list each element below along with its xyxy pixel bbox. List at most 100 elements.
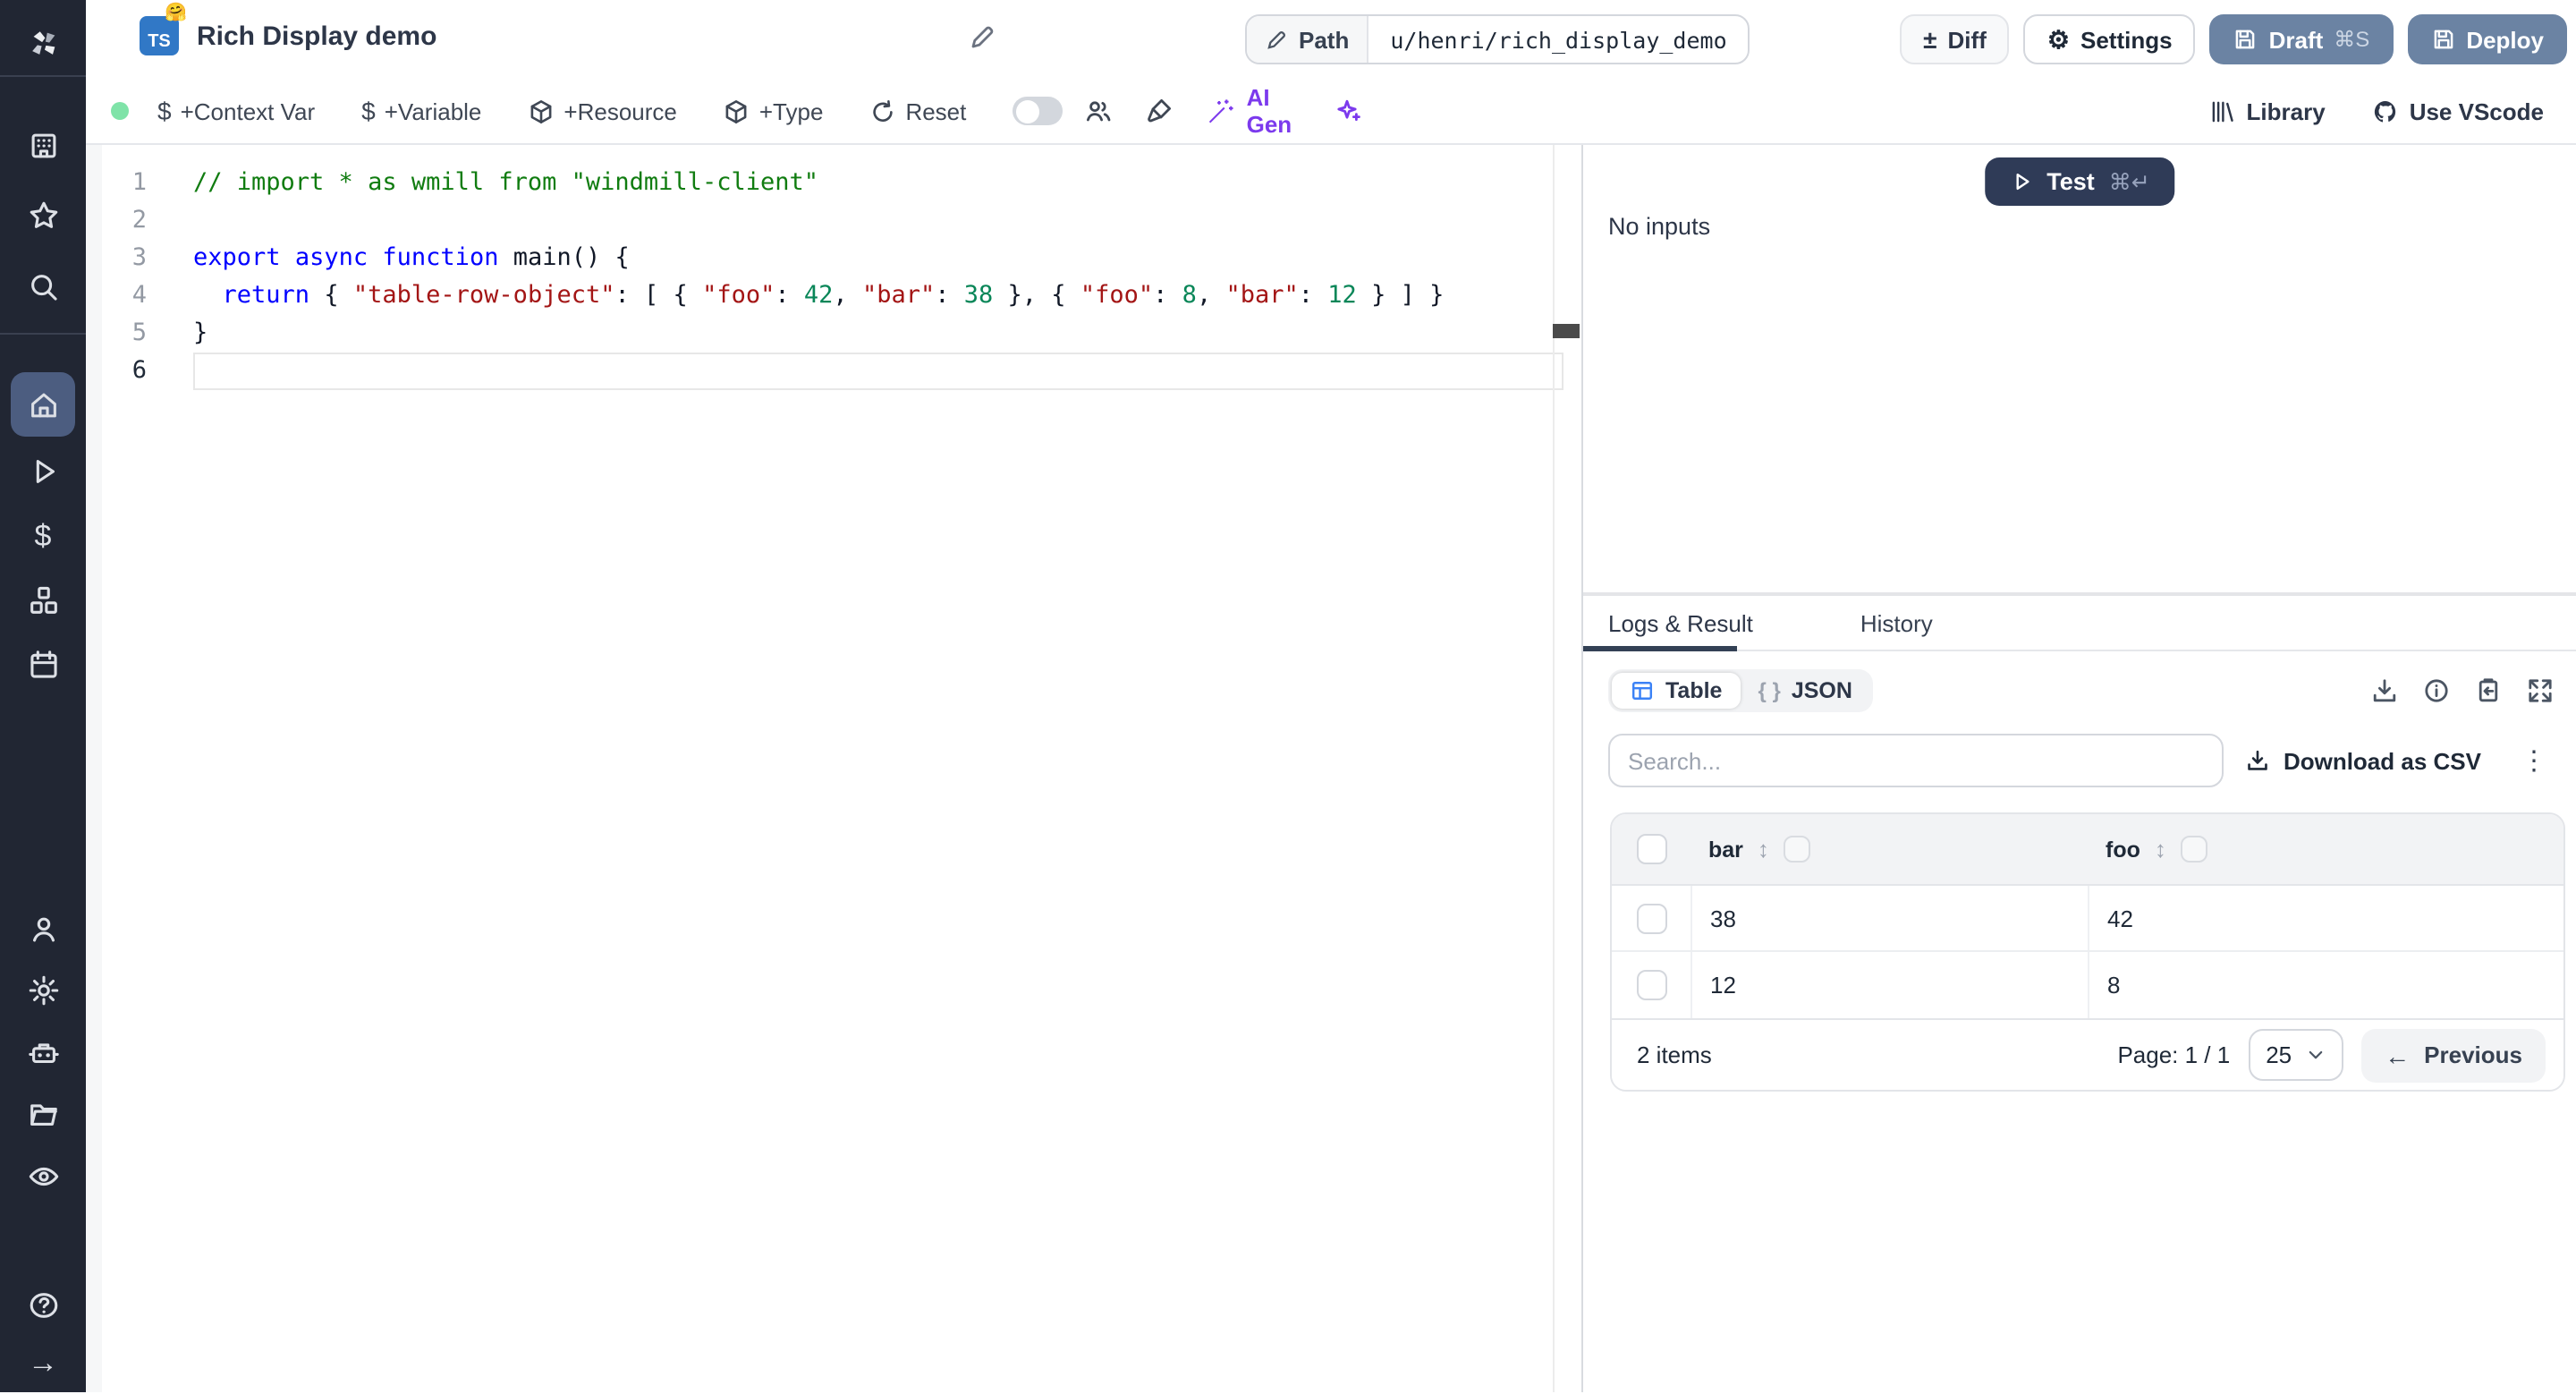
code-line[interactable]: return { "table-row-object": [ { "foo": … [193, 277, 1581, 315]
view-json-button[interactable]: { } JSON [1740, 673, 1869, 709]
dollar-icon: $ [157, 97, 172, 125]
windmill-logo[interactable] [11, 11, 75, 75]
code-line[interactable]: } [193, 315, 1581, 353]
path-value: u/henri/rich_display_demo [1390, 26, 1727, 53]
resources-icon[interactable] [11, 567, 75, 632]
chevron-down-icon [2309, 1050, 2323, 1059]
dollar-icon: $ [361, 97, 376, 125]
draft-shortcut: ⌘S [2334, 27, 2370, 52]
multiplayer-icon[interactable] [1084, 97, 1113, 125]
sort-icon[interactable]: ↕ [2155, 836, 2166, 863]
format-brush-icon[interactable] [1145, 97, 1174, 125]
no-inputs-text: No inputs [1608, 213, 1711, 240]
search-input[interactable] [1608, 734, 2224, 787]
column-header-foo: foo [2106, 837, 2140, 862]
code-line[interactable]: // import * as wmill from "windmill-clie… [193, 165, 1581, 202]
test-button[interactable]: Test ⌘↵ [1984, 157, 2175, 206]
status-dot [111, 102, 129, 120]
arrow-left-icon: ← [2385, 1041, 2411, 1069]
download-csv-button[interactable]: Download as CSV [2246, 747, 2481, 774]
inputs-pane: Test ⌘↵ No inputs [1583, 145, 2576, 592]
runs-icon[interactable] [11, 438, 75, 503]
sidebar: $ → [0, 0, 86, 1392]
page-title: Rich Display demo [197, 21, 437, 52]
favorites-icon[interactable] [11, 183, 75, 247]
play-icon [2015, 173, 2029, 191]
diff-button[interactable]: ± Diff [1900, 14, 2010, 64]
settings-label: Settings [2080, 26, 2173, 53]
kebab-menu-icon[interactable]: ⋮ [2521, 744, 2547, 777]
table-cell: 8 [2107, 972, 2121, 999]
view-table-button[interactable]: Table [1612, 673, 1741, 709]
code-line[interactable] [193, 202, 1581, 240]
edit-summary-pencil-icon[interactable] [968, 23, 996, 61]
top-header: TS 🤗 Rich Display demo Path u/henri/rich… [86, 0, 2576, 79]
result-table: bar ↕ foo ↕ 38 42 12 8 2 items Page: 1 /… [1610, 812, 2565, 1092]
code-line[interactable] [193, 353, 1563, 390]
audit-logs-icon[interactable] [11, 1143, 75, 1208]
badge-emoji: 🤗 [165, 4, 187, 23]
help-icon[interactable] [11, 1272, 75, 1337]
page-indicator: Page: 1 / 1 [2117, 1041, 2231, 1068]
sidebar-divider [0, 75, 86, 77]
download-icon[interactable] [2370, 676, 2399, 705]
table-cell: 38 [1692, 886, 2089, 950]
info-icon[interactable] [2422, 676, 2451, 705]
folders-icon[interactable] [11, 1081, 75, 1145]
use-vscode-button[interactable]: Use VScode [2372, 98, 2544, 124]
user-icon[interactable] [11, 897, 75, 961]
code-editor[interactable]: 123456 // import * as wmill from "windmi… [86, 145, 1581, 1392]
sidebar-divider [0, 333, 86, 335]
sparkles-icon[interactable] [1335, 97, 1363, 125]
code-line[interactable]: export async function main() { [193, 240, 1581, 277]
path-edit-button[interactable]: Path [1247, 16, 1369, 63]
table-icon [1631, 682, 1653, 700]
plus-minus-icon: ± [1923, 25, 1937, 54]
path-widget[interactable]: Path u/henri/rich_display_demo [1245, 14, 1750, 64]
table-row: 38 42 [1612, 886, 2563, 952]
column-header-bar: bar [1708, 837, 1743, 862]
ai-gen-button[interactable]: AI Gen [1206, 84, 1292, 138]
select-all-checkbox[interactable] [1637, 834, 1667, 864]
settings-button[interactable]: ⚙ Settings [2023, 14, 2196, 64]
deploy-label: Deploy [2466, 26, 2544, 53]
reset-button[interactable]: Reset [869, 98, 966, 124]
row-checkbox[interactable] [1636, 970, 1666, 1000]
variables-icon[interactable]: $ [11, 503, 75, 567]
add-context-var-button[interactable]: $ +Context Var [157, 97, 315, 125]
search-icon[interactable] [11, 254, 75, 319]
column-filter-box[interactable] [1783, 836, 1810, 863]
draft-button[interactable]: Draft ⌘S [2209, 14, 2394, 64]
workspace-icon[interactable] [11, 113, 75, 177]
active-tab-underline [1583, 646, 1737, 651]
package-icon [726, 99, 748, 123]
download-icon [2249, 750, 2268, 770]
add-variable-button[interactable]: $ +Variable [361, 97, 481, 125]
workers-icon[interactable] [11, 1020, 75, 1084]
path-label: Path [1299, 26, 1350, 53]
diff-mode-toggle[interactable] [1013, 97, 1063, 125]
add-resource-button[interactable]: +Resource [528, 98, 677, 124]
row-checkbox[interactable] [1636, 903, 1666, 933]
home-icon[interactable] [11, 372, 75, 437]
add-type-button[interactable]: +Type [724, 98, 823, 124]
pencil-icon [1267, 30, 1285, 48]
expand-icon[interactable] [2526, 676, 2555, 705]
column-filter-box[interactable] [2180, 836, 2207, 863]
page-size-select[interactable]: 25 [2248, 1029, 2344, 1081]
sort-icon[interactable]: ↕ [1758, 836, 1769, 863]
collapse-icon[interactable]: → [11, 1330, 75, 1394]
editor-toolbar: $ +Context Var $ +Variable +Resource +Ty… [86, 79, 2576, 145]
copy-icon[interactable] [2474, 676, 2503, 705]
tab-history[interactable]: History [1835, 609, 1958, 636]
deploy-button[interactable]: Deploy [2407, 14, 2567, 64]
draft-label: Draft [2268, 26, 2324, 53]
result-table-body: 38 42 12 8 [1612, 886, 2563, 1018]
previous-page-button[interactable]: ← Previous [2361, 1028, 2546, 1082]
table-row: 12 8 [1612, 952, 2563, 1018]
schedules-icon[interactable] [11, 632, 75, 696]
table-cell: 42 [2107, 905, 2133, 931]
settings-icon[interactable] [11, 957, 75, 1022]
library-button[interactable]: Library [2209, 98, 2326, 124]
tab-logs-result[interactable]: Logs & Result [1583, 609, 1778, 636]
